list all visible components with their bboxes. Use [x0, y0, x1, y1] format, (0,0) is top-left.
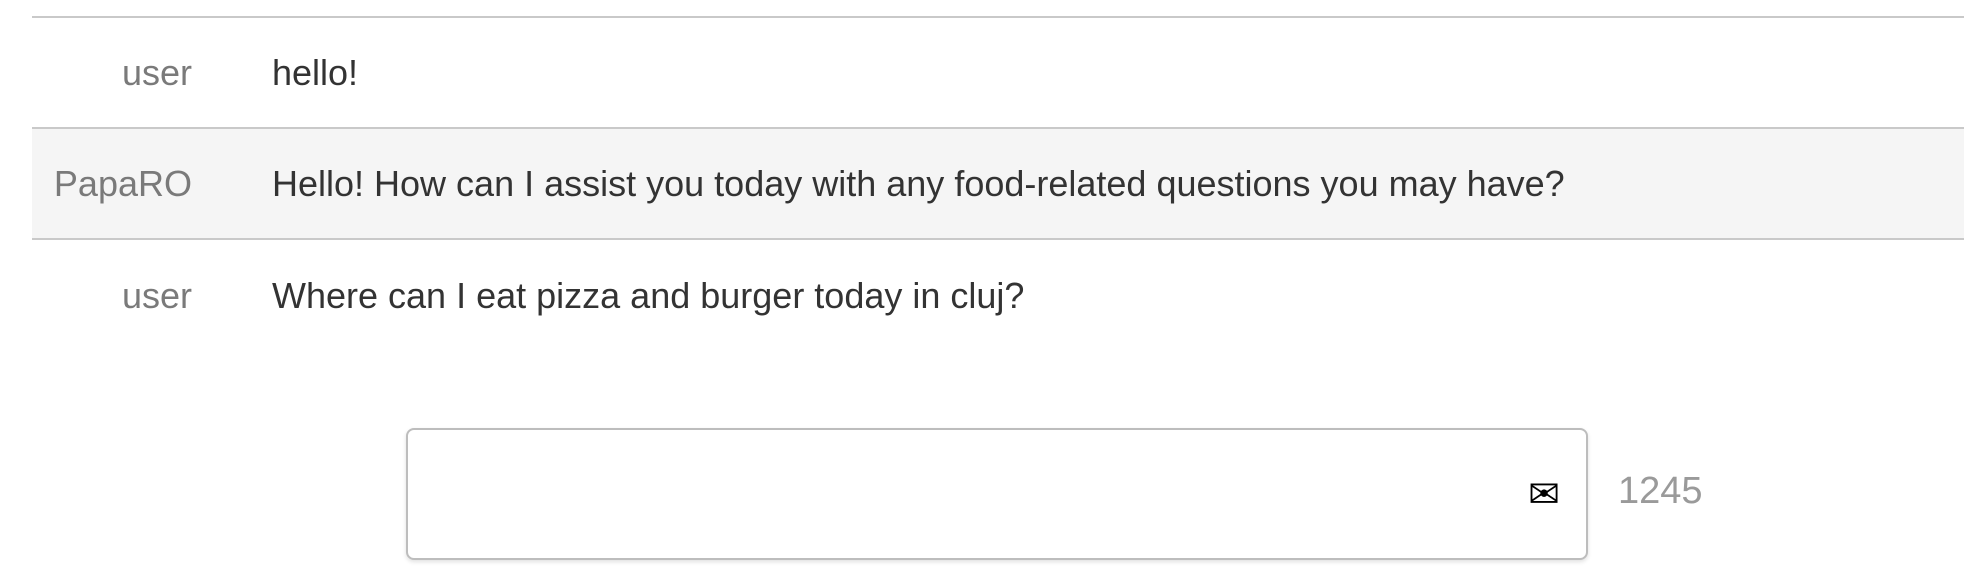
- message-sender: user: [121, 51, 192, 93]
- message-input[interactable]: [408, 430, 1586, 558]
- message-text: Hello! How can I assist you today with a…: [272, 162, 1565, 204]
- message-composer: ✉: [406, 428, 1588, 560]
- message-text: hello!: [272, 51, 359, 93]
- envelope-icon[interactable]: ✉: [1528, 474, 1560, 514]
- message-sender: user: [121, 274, 192, 316]
- chat-log: user hello! PapaRO Hello! How can I assi…: [32, 16, 1964, 351]
- message-text: Where can I eat pizza and burger today i…: [272, 274, 1025, 316]
- message-row-user: user hello!: [32, 18, 1964, 129]
- message-row-user: user Where can I eat pizza and burger to…: [32, 240, 1964, 351]
- character-counter: 1245: [1618, 470, 1703, 512]
- message-row-assistant: PapaRO Hello! How can I assist you today…: [32, 129, 1964, 240]
- message-sender: PapaRO: [53, 162, 192, 204]
